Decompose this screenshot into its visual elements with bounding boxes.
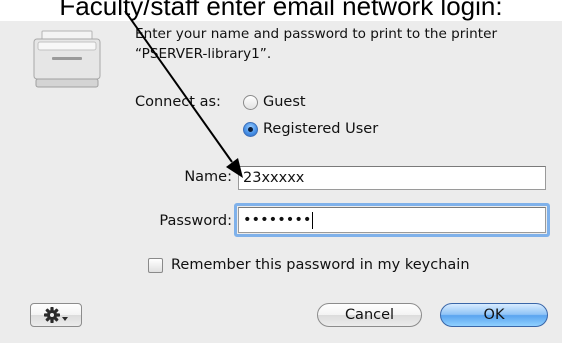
connect-as-label: Connect as:: [135, 94, 221, 110]
password-field-value: ••••••••: [243, 212, 312, 228]
password-field[interactable]: ••••••••: [238, 207, 546, 233]
remember-password-checkbox[interactable]: [148, 257, 163, 273]
remember-password-option[interactable]: Remember this password in my keychain: [148, 257, 470, 273]
name-field[interactable]: 23xxxxx: [238, 166, 546, 190]
ok-button[interactable]: OK: [440, 303, 548, 327]
text-caret: [312, 211, 314, 229]
name-label: Name:: [184, 169, 232, 185]
cancel-button[interactable]: Cancel: [317, 303, 422, 327]
registered-user-radio-label: Registered User: [263, 121, 379, 137]
name-field-value: 23xxxxx: [243, 170, 305, 186]
guest-radio-label: Guest: [263, 94, 306, 110]
gear-icon: [44, 307, 68, 323]
printer-icon: [33, 30, 101, 88]
dropdown-arrow-icon: [62, 317, 68, 321]
password-label: Password:: [159, 213, 232, 229]
registered-user-radio-option[interactable]: Registered User: [243, 121, 378, 137]
remember-password-label: Remember this password in my keychain: [171, 257, 470, 273]
guest-radio-button[interactable]: [243, 94, 258, 110]
action-menu-button[interactable]: [30, 303, 82, 327]
dialog-message: Enter your name and password to print to…: [135, 26, 498, 62]
guest-radio-option[interactable]: Guest: [243, 94, 306, 110]
annotation-caption: Faculty/staff enter email network login:: [0, 0, 562, 21]
registered-user-radio-button[interactable]: [243, 121, 258, 137]
